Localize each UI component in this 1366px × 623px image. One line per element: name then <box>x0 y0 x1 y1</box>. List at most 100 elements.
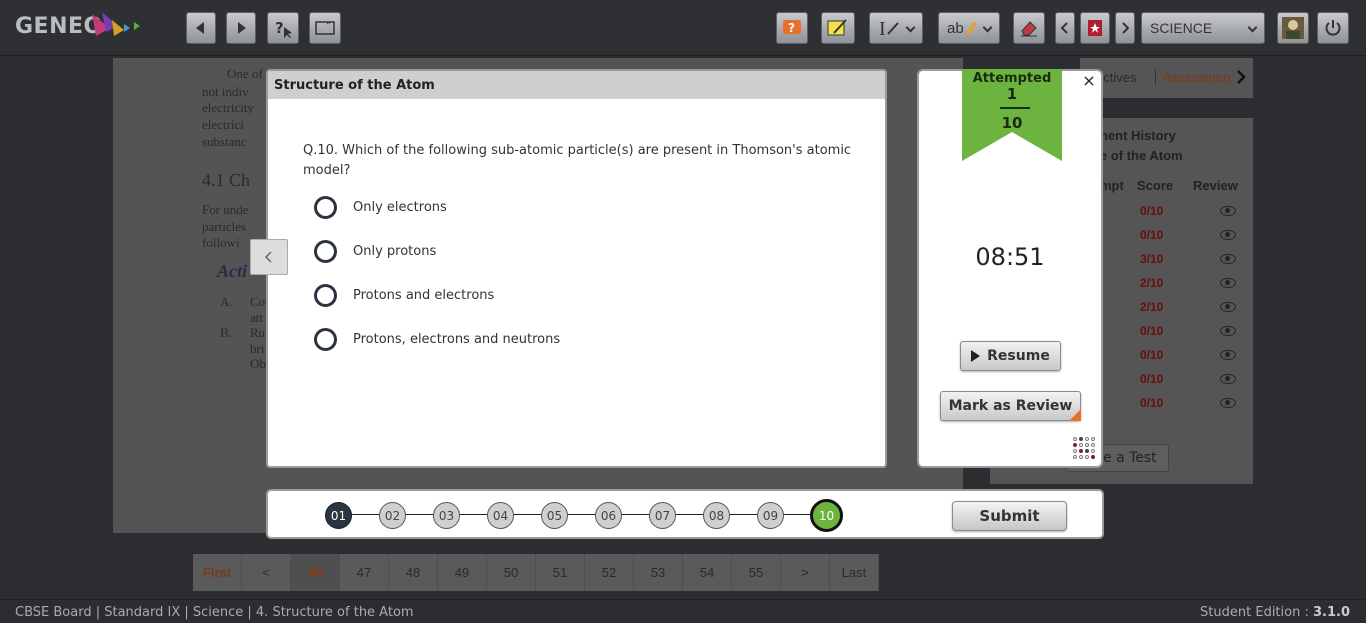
page-button[interactable]: 46 <box>291 554 340 591</box>
page-button[interactable]: 51 <box>536 554 585 591</box>
collapse-panel-button[interactable] <box>250 239 288 275</box>
answer-option-label: Only electrons <box>353 200 447 215</box>
edition-info: Student Edition : 3.1.0 <box>1200 605 1350 620</box>
page-button[interactable]: 55 <box>732 554 781 591</box>
book-text-line: att <box>250 310 263 325</box>
bookmark-next-button[interactable] <box>1115 12 1135 44</box>
chevron-right-icon[interactable] <box>1236 70 1246 84</box>
book-text-line: bri <box>250 341 265 356</box>
answer-option[interactable]: Only electrons <box>314 196 447 219</box>
submit-button[interactable]: Submit <box>952 501 1067 531</box>
take-test-label: e a Test <box>1103 450 1157 466</box>
answer-option[interactable]: Only protons <box>314 240 436 263</box>
radio-button[interactable] <box>314 240 337 263</box>
book-heading: 4.1 Ch <box>202 170 251 190</box>
book-text-line: Ob <box>250 356 266 371</box>
edition-version: 3.1.0 <box>1312 605 1350 620</box>
book-item-label: B. <box>220 325 232 340</box>
tab-assessment[interactable]: Assessmen <box>1163 70 1230 85</box>
back-button[interactable] <box>186 12 216 44</box>
bookmark-prev-button[interactable] <box>1055 12 1075 44</box>
pen-tool-dropdown[interactable]: I <box>869 12 923 44</box>
close-icon[interactable]: × <box>1081 73 1097 89</box>
help-cursor-button[interactable]: ? <box>267 12 299 44</box>
book-text-line: Co <box>250 294 266 309</box>
question-bubble[interactable]: 03 <box>433 502 460 529</box>
navigator-track <box>340 514 828 515</box>
bookmark-icon <box>1088 20 1102 36</box>
page-last-button[interactable]: Last <box>830 554 879 591</box>
question-bank-button[interactable]: ? <box>776 12 808 44</box>
chevron-down-icon <box>1247 22 1258 33</box>
dialog-title: Structure of the Atom <box>268 71 885 99</box>
page-prev-button[interactable]: < <box>242 554 291 591</box>
page-button[interactable]: 54 <box>683 554 732 591</box>
radio-button[interactable] <box>314 196 337 219</box>
review-eye-icon[interactable] <box>1220 302 1236 312</box>
dot-grid-logo-icon <box>1072 436 1096 460</box>
subject-select[interactable]: SCIENCE <box>1141 12 1265 44</box>
radio-button[interactable] <box>314 328 337 351</box>
question-bubble[interactable]: 07 <box>649 502 676 529</box>
forward-button[interactable] <box>226 12 256 44</box>
review-eye-icon[interactable] <box>1220 374 1236 384</box>
review-eye-icon[interactable] <box>1220 254 1236 264</box>
notes-button[interactable] <box>821 12 855 44</box>
highlighter-dropdown[interactable]: ab <box>938 12 1000 44</box>
eraser-button[interactable] <box>1013 12 1045 44</box>
review-eye-icon[interactable] <box>1220 206 1236 216</box>
col-attempt: mpt <box>1100 178 1124 193</box>
play-icon <box>971 350 981 362</box>
review-eye-icon[interactable] <box>1220 278 1236 288</box>
power-button[interactable] <box>1317 12 1349 44</box>
chevron-left-icon <box>264 251 272 263</box>
page-button[interactable]: 48 <box>389 554 438 591</box>
book-text-line: For unde <box>202 202 249 217</box>
question-bubble[interactable]: 02 <box>379 502 406 529</box>
arrow-left-icon <box>196 22 204 34</box>
question-bubble-current[interactable]: 10 <box>810 499 843 532</box>
review-eye-icon[interactable] <box>1220 230 1236 240</box>
question-bubble[interactable]: 06 <box>595 502 622 529</box>
quote-button[interactable]: ” <box>309 12 341 44</box>
page-next-button[interactable]: > <box>781 554 830 591</box>
tab-separator <box>1155 69 1156 85</box>
history-score: 0/10 <box>1140 348 1164 362</box>
avatar-icon <box>1282 17 1304 39</box>
question-bubble[interactable]: 08 <box>703 502 730 529</box>
countdown-timer: 08:51 <box>975 243 1045 271</box>
attempted-count: 1 <box>1006 85 1018 103</box>
edition-label: Student Edition : <box>1200 605 1313 620</box>
answer-option[interactable]: Protons, electrons and neutrons <box>314 328 560 351</box>
page-button[interactable]: 47 <box>340 554 389 591</box>
book-item-label: A. <box>220 294 233 309</box>
chevron-left-icon <box>1060 22 1068 34</box>
status-footer: CBSE Board | Standard IX | Science | 4. … <box>0 599 1366 623</box>
page-button[interactable]: 50 <box>487 554 536 591</box>
quote-icon: ” <box>315 21 335 35</box>
total-count: 10 <box>1001 114 1023 132</box>
question-bubble[interactable]: 04 <box>487 502 514 529</box>
page-button[interactable]: 53 <box>634 554 683 591</box>
page-first-button[interactable]: First <box>193 554 242 591</box>
resume-label: Resume <box>987 348 1050 364</box>
page-button[interactable]: 49 <box>438 554 487 591</box>
subject-select-value: SCIENCE <box>1150 20 1213 36</box>
geneo-logo-mark-icon <box>92 12 140 36</box>
svg-text:?: ? <box>275 19 284 37</box>
review-eye-icon[interactable] <box>1220 398 1236 408</box>
review-eye-icon[interactable] <box>1220 326 1236 336</box>
page-button[interactable]: 52 <box>585 554 634 591</box>
resume-button[interactable]: Resume <box>960 341 1061 371</box>
radio-button[interactable] <box>314 284 337 307</box>
profile-button[interactable] <box>1277 12 1309 44</box>
svg-text:?: ? <box>788 21 795 35</box>
highlighter-icon <box>965 22 977 34</box>
answer-option[interactable]: Protons and electrons <box>314 284 494 307</box>
review-eye-icon[interactable] <box>1220 350 1236 360</box>
question-bubble[interactable]: 05 <box>541 502 568 529</box>
question-bubble[interactable]: 01 <box>325 502 352 529</box>
mark-review-button[interactable]: Mark as Review <box>940 391 1081 421</box>
bookmark-button[interactable] <box>1080 12 1110 44</box>
question-bubble[interactable]: 09 <box>757 502 784 529</box>
